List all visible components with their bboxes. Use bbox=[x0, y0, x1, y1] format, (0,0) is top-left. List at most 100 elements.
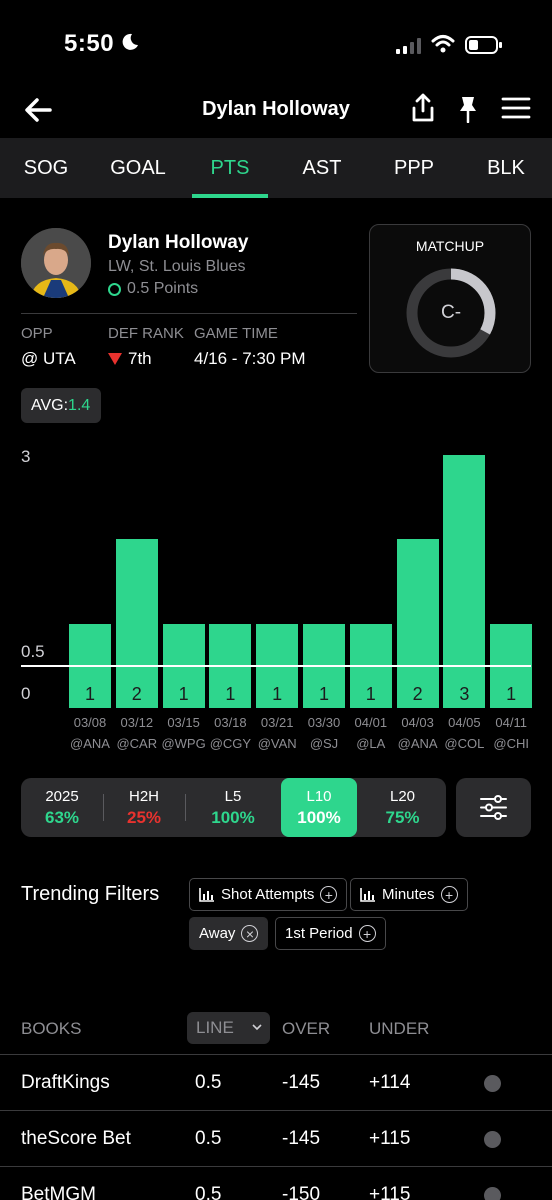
top-header: Dylan Holloway bbox=[0, 86, 552, 138]
filter-h2h[interactable]: H2H 25% bbox=[103, 778, 185, 837]
chip-label: 1st Period bbox=[285, 925, 353, 942]
threshold-line bbox=[21, 664, 531, 667]
chip-label: Away bbox=[199, 925, 236, 942]
chip-shot-attempts[interactable]: Shot Attempts + bbox=[189, 878, 348, 911]
table-row[interactable]: BetMGM 0.5 -150 +115 bbox=[0, 1166, 552, 1200]
average-badge: AVG:1.4 bbox=[21, 388, 101, 423]
x-axis-opponent: @CHI bbox=[493, 736, 529, 751]
books-header: BOOKS bbox=[21, 1019, 82, 1038]
game-time-label: GAME TIME bbox=[194, 325, 278, 342]
bar-value-label: 1 bbox=[178, 684, 189, 704]
game-time-value: 4/16 - 7:30 PM bbox=[194, 349, 306, 368]
book-status-dot bbox=[484, 1187, 501, 1200]
cell-line: 0.5 bbox=[195, 1184, 222, 1200]
avg-label: AVG: bbox=[31, 397, 69, 414]
trending-filters-title: Trending Filters bbox=[21, 883, 160, 905]
share-icon[interactable] bbox=[411, 93, 435, 123]
wifi-icon bbox=[431, 35, 455, 53]
filter-l20[interactable]: L20 75% bbox=[359, 778, 446, 837]
y-tick-0: 0 bbox=[21, 684, 31, 703]
points-bar-chart: 3 0.5 0 1 03/08 @ANA 2 03/12 @CAR 1 03/15 @WPG 1 0… bbox=[0, 440, 552, 760]
status-bar: 5:50 bbox=[0, 0, 552, 90]
over-indicator-icon bbox=[108, 282, 121, 296]
tab-goal[interactable]: GOAL bbox=[98, 138, 178, 198]
cell-under: +115 bbox=[369, 1128, 411, 1149]
filter-label: L20 bbox=[389, 788, 416, 805]
signal-icon bbox=[396, 38, 421, 54]
filter-divider bbox=[103, 794, 104, 821]
y-tick-0-5: 0.5 bbox=[21, 642, 45, 661]
book-status-dot bbox=[484, 1131, 501, 1148]
y-tick-3: 3 bbox=[21, 447, 31, 466]
def-rank-label: DEF RANK bbox=[108, 325, 184, 342]
moon-icon bbox=[122, 33, 138, 50]
books-table-header: BOOKS OVER UNDER bbox=[0, 1010, 552, 1054]
chip-label: Shot Attempts bbox=[221, 886, 315, 903]
avg-value: 1.4 bbox=[68, 397, 91, 414]
remove-icon[interactable]: × bbox=[241, 925, 259, 942]
matchup-label: MATCHUP bbox=[415, 238, 485, 254]
tab-pts[interactable]: PTS bbox=[190, 138, 270, 198]
pin-icon[interactable] bbox=[457, 95, 479, 123]
chip-minutes[interactable]: Minutes + bbox=[350, 878, 468, 911]
chip-1st-period[interactable]: 1st Period + bbox=[275, 917, 386, 950]
under-header: UNDER bbox=[369, 1019, 430, 1038]
table-row[interactable]: DraftKings 0.5 -145 +114 bbox=[0, 1054, 552, 1110]
filter-l10[interactable]: L10 100% bbox=[281, 778, 357, 837]
sliders-icon bbox=[480, 795, 507, 820]
add-icon: + bbox=[440, 886, 458, 903]
filter-label: H2H bbox=[128, 788, 159, 805]
stat-tabs: SOG GOAL PTS AST PPP BLK bbox=[0, 138, 552, 198]
book-status-dot bbox=[484, 1075, 501, 1092]
player-name: Dylan Holloway bbox=[108, 232, 249, 253]
down-triangle-icon bbox=[108, 353, 122, 365]
chart-bar[interactable] bbox=[443, 455, 486, 708]
filter-settings-button[interactable] bbox=[456, 778, 531, 837]
bar-value-label: 1 bbox=[84, 684, 95, 704]
tab-ast[interactable]: AST bbox=[282, 138, 362, 198]
matchup-card[interactable]: MATCHUP C- bbox=[369, 224, 531, 373]
cell-line: 0.5 bbox=[195, 1128, 222, 1149]
hamburger-menu-icon[interactable] bbox=[501, 96, 531, 120]
hit-rate-filter-bar: 2025 63% H2H 25% L5 100% L10 100% L20 75% bbox=[21, 778, 446, 837]
filter-hit-rate: 63% bbox=[44, 808, 80, 827]
bar-value-label: 1 bbox=[225, 684, 236, 704]
cell-book: DraftKings bbox=[21, 1072, 110, 1093]
tab-sog[interactable]: SOG bbox=[6, 138, 86, 198]
table-row[interactable]: theScore Bet 0.5 -145 +115 bbox=[0, 1110, 552, 1166]
def-rank-value: 7th bbox=[128, 349, 152, 368]
filter-divider bbox=[185, 794, 186, 821]
bar-value-label: 1 bbox=[272, 684, 283, 704]
cell-book: theScore Bet bbox=[21, 1128, 131, 1149]
player-line: 0.5 Points bbox=[108, 280, 198, 298]
filter-hit-rate: 100% bbox=[297, 808, 341, 827]
battery-icon bbox=[465, 36, 502, 54]
cell-book: BetMGM bbox=[21, 1184, 96, 1200]
filter-l5[interactable]: L5 100% bbox=[185, 778, 281, 837]
divider bbox=[21, 313, 357, 314]
cell-under: +114 bbox=[369, 1072, 411, 1093]
cell-under: +115 bbox=[369, 1184, 411, 1200]
chart-bar[interactable] bbox=[115, 539, 158, 708]
status-time: 5:50 bbox=[64, 30, 115, 57]
bar-value-label: 2 bbox=[131, 684, 142, 704]
bar-chart-icon bbox=[199, 887, 214, 902]
player-avatar bbox=[21, 228, 91, 298]
line-sort-dropdown[interactable]: LINE bbox=[187, 1012, 270, 1044]
cell-over: -150 bbox=[282, 1184, 321, 1200]
bar-value-label: 2 bbox=[412, 684, 423, 704]
tab-ppp[interactable]: PPP bbox=[374, 138, 454, 198]
filter-2025[interactable]: 2025 63% bbox=[21, 778, 103, 837]
tab-blk[interactable]: BLK bbox=[466, 138, 546, 198]
x-axis-date: 04/11 bbox=[495, 715, 527, 730]
opp-value: @ UTA bbox=[21, 349, 76, 368]
bar-value-label: 1 bbox=[365, 684, 376, 704]
add-icon: + bbox=[320, 886, 338, 903]
over-header: OVER bbox=[282, 1019, 331, 1038]
chip-away[interactable]: Away × bbox=[189, 917, 269, 950]
filter-hit-rate: 25% bbox=[126, 808, 162, 827]
filter-label: 2025 bbox=[45, 788, 79, 805]
chart-bar[interactable] bbox=[396, 539, 439, 708]
player-position-team: LW, St. Louis Blues bbox=[108, 258, 246, 275]
bar-value-label: 1 bbox=[506, 684, 517, 704]
